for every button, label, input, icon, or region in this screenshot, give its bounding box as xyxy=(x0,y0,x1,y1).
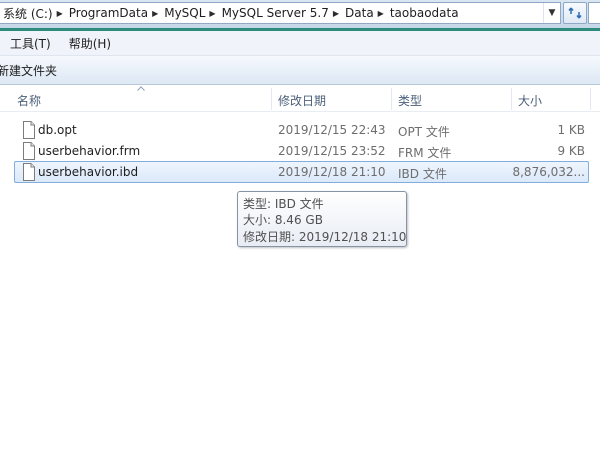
column-divider[interactable] xyxy=(511,88,512,110)
file-icon xyxy=(23,142,35,160)
chevron-down-icon[interactable]: ▼ xyxy=(543,3,560,23)
file-size: 9 KB xyxy=(557,144,585,158)
file-size: 8,876,032... xyxy=(512,165,585,179)
file-type: FRM 文件 xyxy=(398,146,452,160)
file-date: 2019/12/15 23:52 xyxy=(278,144,386,158)
breadcrumb-separator-icon[interactable]: ▶ xyxy=(331,9,342,18)
breadcrumb-mysql[interactable]: MySQL xyxy=(161,6,207,20)
breadcrumb-drive[interactable]: 系统 (C:) xyxy=(0,5,55,22)
breadcrumb-separator-icon[interactable]: ▶ xyxy=(207,9,218,18)
file-icon xyxy=(23,163,35,181)
column-header-size[interactable]: 大小 xyxy=(518,92,542,109)
menu-tools[interactable]: 工具(T) xyxy=(9,34,52,53)
breadcrumb-separator-icon[interactable]: ▶ xyxy=(150,9,161,18)
breadcrumb-programdata[interactable]: ProgramData xyxy=(66,6,150,20)
column-header-name[interactable]: 名称 xyxy=(17,92,41,109)
file-name: userbehavior.frm xyxy=(38,144,141,158)
breadcrumb-mysql-server[interactable]: MySQL Server 5.7 xyxy=(219,6,331,20)
menu-help[interactable]: 帮助(H) xyxy=(68,34,112,53)
file-type: OPT 文件 xyxy=(398,125,450,139)
breadcrumb-taobaodata[interactable]: taobaodata xyxy=(387,6,461,20)
tooltip-date: 修改日期: 2019/12/18 21:10 xyxy=(243,230,407,244)
sort-ascending-icon xyxy=(137,86,145,91)
tooltip-type: 类型: IBD 文件 xyxy=(243,197,324,211)
tooltip-size: 大小: 8.46 GB xyxy=(243,213,323,227)
file-type: IBD 文件 xyxy=(398,167,447,181)
refresh-button[interactable] xyxy=(563,2,587,24)
address-bar[interactable]: 系统 (C:) ▶ ProgramData ▶ MySQL ▶ MySQL Se… xyxy=(0,2,561,24)
file-row[interactable]: db.opt 2019/12/15 22:43 OPT 文件 1 KB xyxy=(14,119,589,141)
column-divider[interactable] xyxy=(391,88,392,110)
file-size: 1 KB xyxy=(557,123,585,137)
file-name: userbehavior.ibd xyxy=(38,165,139,179)
menu-bar: 工具(T) 帮助(H) xyxy=(0,31,600,56)
column-header-type[interactable]: 类型 xyxy=(398,92,422,109)
column-header-row: 名称 修改日期 类型 大小 xyxy=(0,85,600,112)
address-bar-region: 系统 (C:) ▶ ProgramData ▶ MySQL ▶ MySQL Se… xyxy=(0,0,600,29)
file-date: 2019/12/15 22:43 xyxy=(278,123,386,137)
column-divider[interactable] xyxy=(590,88,591,110)
breadcrumb-data[interactable]: Data xyxy=(342,6,376,20)
new-folder-button[interactable]: 新建文件夹 xyxy=(0,62,57,79)
breadcrumb-separator-icon[interactable]: ▶ xyxy=(376,9,387,18)
file-date: 2019/12/18 21:10 xyxy=(278,165,386,179)
file-name: db.opt xyxy=(38,123,77,137)
column-divider[interactable] xyxy=(271,88,272,110)
column-header-date[interactable]: 修改日期 xyxy=(278,92,326,109)
file-row-selected[interactable]: userbehavior.ibd 2019/12/18 21:10 IBD 文件… xyxy=(14,161,589,183)
breadcrumb-separator-icon[interactable]: ▶ xyxy=(55,9,66,18)
command-bar: 新建文件夹 xyxy=(0,56,600,85)
file-row[interactable]: userbehavior.frm 2019/12/15 23:52 FRM 文件… xyxy=(14,140,589,162)
refresh-icon xyxy=(568,7,582,19)
file-info-tooltip: 类型: IBD 文件 大小: 8.46 GB 修改日期: 2019/12/18 … xyxy=(237,191,407,247)
file-icon xyxy=(23,121,35,139)
search-input[interactable] xyxy=(588,2,600,24)
